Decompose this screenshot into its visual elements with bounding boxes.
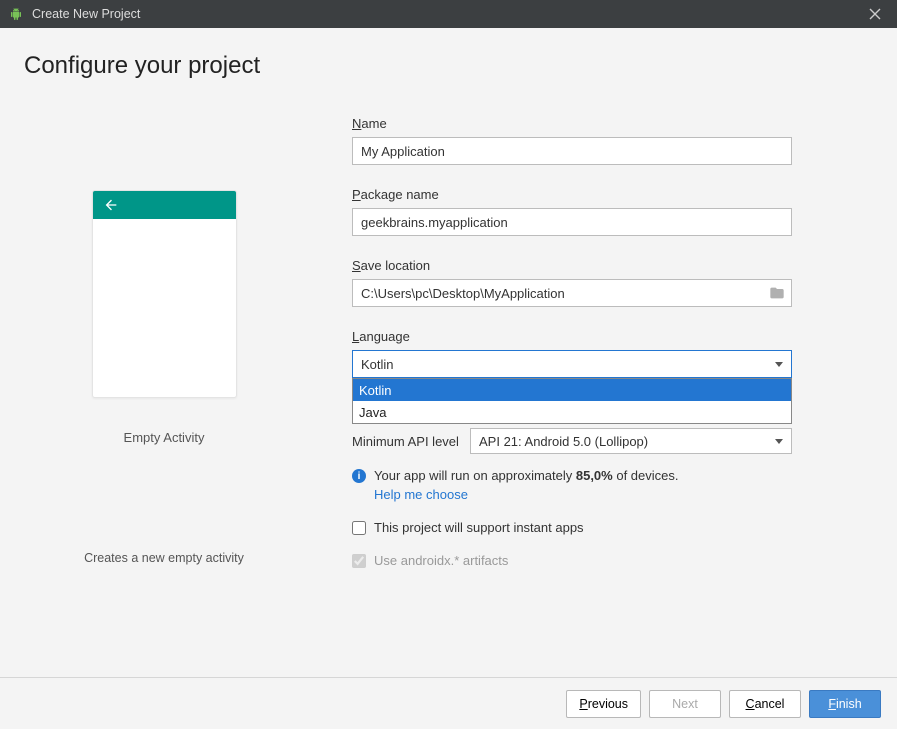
language-block: Language Kotlin Kotlin Java	[352, 329, 873, 378]
page-heading: Configure your project	[24, 52, 873, 80]
language-dropdown-list: Kotlin Java	[352, 378, 792, 424]
instant-apps-checkbox[interactable]	[352, 521, 366, 535]
device-coverage-info: i Your app will run on approximately 85,…	[352, 468, 873, 483]
language-option-java[interactable]: Java	[353, 401, 791, 423]
template-preview-card	[92, 190, 237, 398]
window-title: Create New Project	[32, 7, 861, 21]
language-selected-value: Kotlin	[361, 357, 394, 372]
close-button[interactable]	[861, 0, 889, 28]
help-me-choose-link[interactable]: Help me choose	[374, 487, 468, 502]
browse-folder-icon[interactable]	[768, 285, 786, 301]
template-name: Empty Activity	[124, 430, 205, 445]
instant-apps-label: This project will support instant apps	[374, 520, 584, 535]
min-api-value: API 21: Android 5.0 (Lollipop)	[479, 434, 648, 449]
package-input[interactable]	[352, 208, 792, 236]
instant-apps-row: This project will support instant apps	[352, 520, 873, 535]
androidx-row: Use androidx.* artifacts	[352, 553, 873, 568]
previous-button[interactable]: Previous	[566, 690, 641, 718]
wizard-footer: Previous Next Cancel Finish	[0, 677, 897, 729]
content-area: Configure your project Empty Activity Cr…	[0, 28, 897, 677]
form-column: Name Package name Save location Language	[352, 116, 873, 568]
next-button: Next	[649, 690, 721, 718]
androidx-label: Use androidx.* artifacts	[374, 553, 508, 568]
min-api-label: Minimum API level	[352, 434, 462, 449]
save-location-block: Save location	[352, 258, 873, 307]
template-preview-column: Empty Activity Creates a new empty activ…	[24, 116, 304, 568]
chevron-down-icon	[775, 362, 783, 367]
template-description: Creates a new empty activity	[84, 551, 244, 565]
save-location-label: Save location	[352, 258, 873, 273]
cancel-button[interactable]: Cancel	[729, 690, 801, 718]
androidx-checkbox	[352, 554, 366, 568]
language-select[interactable]: Kotlin	[352, 350, 792, 378]
package-block: Package name	[352, 187, 873, 236]
back-arrow-icon	[103, 197, 119, 213]
name-label: Name	[352, 116, 873, 131]
title-bar: Create New Project	[0, 0, 897, 28]
finish-button[interactable]: Finish	[809, 690, 881, 718]
language-option-kotlin[interactable]: Kotlin	[353, 379, 791, 401]
android-icon	[8, 6, 24, 22]
chevron-down-icon	[775, 439, 783, 444]
package-label: Package name	[352, 187, 873, 202]
min-api-row: Minimum API level API 21: Android 5.0 (L…	[352, 428, 792, 454]
name-block: Name	[352, 116, 873, 165]
language-label: Language	[352, 329, 873, 344]
device-coverage-text: Your app will run on approximately 85,0%…	[374, 468, 679, 483]
min-api-select[interactable]: API 21: Android 5.0 (Lollipop)	[470, 428, 792, 454]
save-location-input[interactable]	[352, 279, 792, 307]
name-input[interactable]	[352, 137, 792, 165]
info-icon: i	[352, 469, 366, 483]
preview-appbar	[93, 191, 236, 219]
